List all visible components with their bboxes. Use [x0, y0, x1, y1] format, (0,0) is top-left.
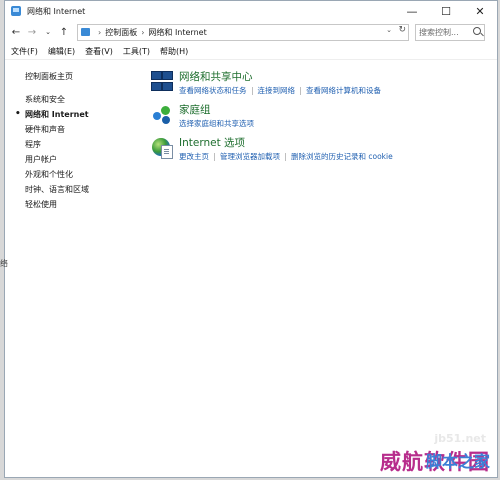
link-change-homepage[interactable]: 更改主页	[179, 151, 209, 162]
internet-options-icon[interactable]	[151, 137, 173, 159]
category-homegroup: 家庭组 选择家庭组和共享选项	[151, 104, 491, 129]
category-title-network-sharing[interactable]: 网络和共享中心	[179, 71, 381, 84]
sidebar-item-user-accounts[interactable]: 用户帐户	[13, 152, 133, 167]
network-icon[interactable]	[151, 71, 173, 93]
link-homegroup-sharing-options[interactable]: 选择家庭组和共享选项	[179, 118, 254, 129]
search-input[interactable]	[416, 27, 476, 37]
background-edge-text: 络	[0, 259, 8, 268]
link-view-network-computers[interactable]: 查看网络计算机和设备	[306, 85, 381, 96]
control-panel-window: 网络和 Internet — ☐ ✕ ← → ⌄ ↑ › 控制面板 › 网络和 …	[4, 0, 498, 478]
window-controls: — ☐ ✕	[395, 1, 497, 21]
watermark-sub: 脚本之家	[425, 452, 490, 471]
title-bar[interactable]: 网络和 Internet — ☐ ✕	[5, 1, 497, 21]
category-network-sharing: 网络和共享中心 查看网络状态和任务 连接到网络 查看网络计算机和设备	[151, 71, 491, 96]
sidebar-item-appearance[interactable]: 外观和个性化	[13, 167, 133, 182]
link-manage-addons[interactable]: 管理浏览器加载项	[220, 151, 280, 162]
breadcrumb-network-internet[interactable]: 网络和 Internet	[148, 27, 206, 38]
sidebar-home-link[interactable]: 控制面板主页	[13, 69, 133, 84]
minimize-button[interactable]: —	[395, 1, 429, 21]
refresh-icon[interactable]: ↻	[398, 25, 406, 35]
sidebar-item-clock-language[interactable]: 时钟、语言和区域	[13, 182, 133, 197]
category-title-internet-options[interactable]: Internet 选项	[179, 137, 393, 150]
sidebar-item-programs[interactable]: 程序	[13, 137, 133, 152]
breadcrumb-control-panel[interactable]: 控制面板	[105, 27, 137, 38]
sidebar: 控制面板主页 系统和安全 网络和 Internet 硬件和声音 程序 用户帐户 …	[13, 69, 133, 212]
category-title-homegroup[interactable]: 家庭组	[179, 104, 254, 117]
address-dropdown-icon[interactable]: ⌄	[386, 26, 392, 34]
address-row: ← → ⌄ ↑ › 控制面板 › 网络和 Internet ⌄ ↻	[5, 21, 497, 43]
recent-locations-button[interactable]: ⌄	[41, 25, 55, 39]
menu-help[interactable]: 帮助(H)	[160, 46, 188, 57]
search-box[interactable]	[415, 23, 485, 41]
link-separator	[214, 152, 215, 161]
main-content: 网络和共享中心 查看网络状态和任务 连接到网络 查看网络计算机和设备 家庭组 选…	[151, 71, 491, 170]
menu-tools[interactable]: 工具(T)	[123, 46, 150, 57]
menu-edit[interactable]: 编辑(E)	[48, 46, 75, 57]
watermark: jb51.net 威航软件园 脚本之家	[380, 432, 490, 476]
link-separator	[300, 86, 301, 95]
menu-bar: 文件(F) 编辑(E) 查看(V) 工具(T) 帮助(H)	[5, 43, 497, 60]
forward-button[interactable]: →	[25, 25, 39, 39]
sidebar-item-network-internet[interactable]: 网络和 Internet	[13, 107, 133, 122]
close-button[interactable]: ✕	[463, 1, 497, 21]
crumb-separator-icon: ›	[98, 27, 102, 37]
link-separator	[285, 152, 286, 161]
link-separator	[251, 86, 253, 95]
back-button[interactable]: ←	[9, 25, 23, 39]
menu-view[interactable]: 查看(V)	[85, 46, 113, 57]
link-view-network-status[interactable]: 查看网络状态和任务	[179, 85, 247, 96]
control-panel-icon	[11, 6, 21, 16]
link-connect-to-network[interactable]: 连接到网络	[258, 85, 296, 96]
up-button[interactable]: ↑	[57, 25, 71, 39]
menu-file[interactable]: 文件(F)	[11, 46, 38, 57]
control-panel-location-icon	[81, 28, 90, 36]
maximize-button[interactable]: ☐	[429, 1, 463, 21]
category-internet-options: Internet 选项 更改主页 管理浏览器加载项 删除浏览的历史记录和 coo…	[151, 137, 491, 162]
crumb-separator-icon: ›	[141, 27, 145, 37]
sidebar-item-ease-of-access[interactable]: 轻松使用	[13, 197, 133, 212]
sidebar-item-hardware-sound[interactable]: 硬件和声音	[13, 122, 133, 137]
window-title: 网络和 Internet	[27, 6, 86, 16]
search-icon[interactable]	[473, 26, 481, 35]
sidebar-item-system-security[interactable]: 系统和安全	[13, 92, 133, 107]
watermark-site: jb51.net	[434, 432, 486, 445]
homegroup-icon[interactable]	[151, 104, 173, 126]
link-delete-history[interactable]: 删除浏览的历史记录和 cookie	[291, 151, 393, 162]
address-bar[interactable]: › 控制面板 › 网络和 Internet ⌄ ↻	[77, 23, 409, 41]
